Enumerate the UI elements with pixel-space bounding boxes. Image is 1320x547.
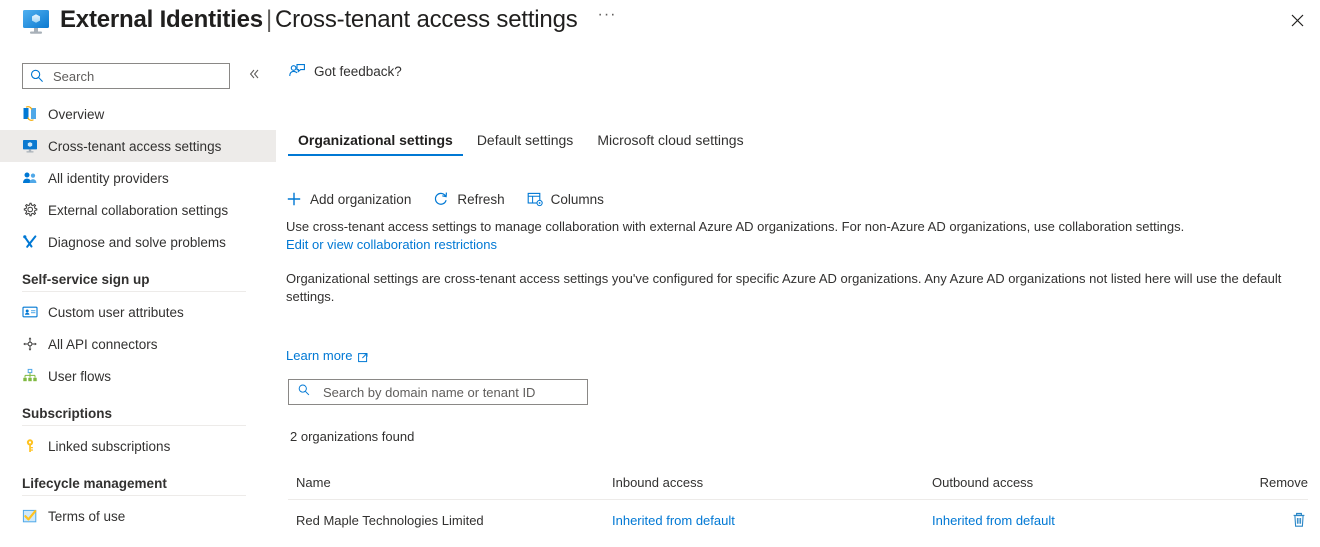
sidebar-item-custom-user-attributes[interactable]: Custom user attributes	[0, 296, 276, 328]
chevron-double-left-icon[interactable]	[243, 65, 265, 87]
got-feedback-label: Got feedback?	[314, 63, 402, 79]
sidebar: Overview Cross-tenant access settings	[0, 46, 276, 547]
sidebar-search-row	[0, 63, 276, 91]
description-block-2: Organizational settings are cross-tenant…	[286, 270, 1286, 306]
cell-inbound-access-link[interactable]: Inherited from default	[612, 513, 735, 528]
cell-outbound-access-link[interactable]: Inherited from default	[932, 513, 1055, 528]
sidebar-item-label: Custom user attributes	[48, 304, 184, 320]
sidebar-item-linked-subscriptions[interactable]: Linked subscriptions	[0, 430, 276, 462]
sidebar-item-label: All identity providers	[48, 170, 169, 186]
sidebar-item-label: User flows	[48, 368, 112, 384]
sidebar-item-user-flows[interactable]: User flows	[0, 360, 276, 392]
sidebar-item-all-api-connectors[interactable]: All API connectors	[0, 328, 276, 360]
sidebar-item-diagnose-and-solve-problems[interactable]: Diagnose and solve problems	[0, 226, 276, 258]
checkmark-box-icon	[22, 508, 38, 524]
organization-search-box[interactable]	[288, 379, 588, 405]
connectors-icon	[22, 336, 38, 352]
page-title-main: External Identities	[60, 6, 263, 33]
sidebar-group-title-self-service-sign-up: Self-service sign up	[22, 272, 150, 287]
learn-more-link[interactable]: Learn more	[286, 348, 352, 363]
sidebar-item-overview[interactable]: Overview	[0, 98, 276, 130]
organizations-table: Name Inbound access Outbound access Remo…	[288, 466, 1308, 540]
sidebar-item-label: Linked subscriptions	[48, 438, 171, 454]
description-block-1: Use cross-tenant access settings to mana…	[286, 218, 1286, 254]
sidebar-item-label: External collaboration settings	[48, 202, 229, 218]
close-button[interactable]	[1282, 6, 1312, 34]
description-text-1: Use cross-tenant access settings to mana…	[286, 219, 1185, 234]
edit-collaboration-restrictions-link[interactable]: Edit or view collaboration restrictions	[286, 237, 497, 252]
feedback-person-icon	[288, 62, 306, 80]
table-row[interactable]: Red Maple Technologies Limited Inherited…	[288, 500, 1308, 540]
columns-icon	[527, 191, 543, 207]
tab-microsoft-cloud-settings[interactable]: Microsoft cloud settings	[585, 132, 755, 156]
sidebar-group-divider	[22, 495, 246, 496]
page-title: External Identities | Cross-tenant access …	[60, 2, 578, 38]
sidebar-item-label: Terms of use	[48, 508, 126, 524]
command-label: Add organization	[310, 191, 412, 207]
more-options-button[interactable]: ···	[596, 7, 618, 30]
key-icon	[22, 438, 38, 454]
sidebar-group-title-lifecycle-management: Lifecycle management	[22, 476, 167, 491]
user-flows-icon	[22, 368, 38, 384]
sidebar-group-title-subscriptions: Subscriptions	[22, 406, 113, 421]
sidebar-item-cross-tenant-access-settings[interactable]: Cross-tenant access settings	[0, 130, 276, 162]
overview-icon	[22, 106, 38, 122]
table-header-row: Name Inbound access Outbound access Remo…	[288, 466, 1308, 500]
sidebar-search-input[interactable]	[51, 67, 211, 85]
command-label: Refresh	[457, 191, 505, 207]
tab-default-settings[interactable]: Default settings	[465, 132, 586, 156]
blade-header: External Identities | Cross-tenant access …	[0, 0, 1320, 46]
close-icon	[1291, 14, 1303, 26]
sidebar-nav-list: Overview Cross-tenant access settings Al…	[0, 98, 276, 532]
add-organization-button[interactable]: Add organization	[286, 191, 411, 207]
organizations-found-count: 2 organizations found	[290, 429, 415, 444]
command-bar: Add organization Refresh Columns	[286, 186, 626, 212]
monitor-shield-icon	[22, 8, 52, 36]
description-text-2: Organizational settings are cross-tenant…	[286, 271, 1282, 304]
user-card-icon	[22, 304, 38, 320]
sidebar-item-terms-of-use[interactable]: Terms of use	[0, 500, 276, 532]
trash-icon[interactable]	[1290, 511, 1308, 529]
page-title-sub: Cross-tenant access settings	[274, 6, 578, 33]
cell-organization-name: Red Maple Technologies Limited	[296, 512, 484, 528]
sidebar-item-label: All API connectors	[48, 336, 158, 352]
sidebar-group-divider	[22, 291, 246, 292]
refresh-button[interactable]: Refresh	[433, 191, 505, 207]
external-link-icon	[358, 350, 369, 363]
sidebar-item-label: Cross-tenant access settings	[48, 138, 222, 154]
search-icon	[297, 383, 311, 402]
learn-more-row: Learn more	[286, 348, 369, 363]
column-header-name[interactable]: Name	[288, 475, 612, 490]
tab-label: Default settings	[476, 132, 574, 148]
got-feedback-button[interactable]: Got feedback?	[288, 62, 402, 80]
organization-search-input[interactable]	[321, 383, 566, 401]
wrench-screwdriver-icon	[22, 234, 38, 250]
monitor-shield-icon	[22, 138, 38, 154]
plus-icon	[286, 191, 302, 207]
main-content: Got feedback? Organizational settings De…	[276, 46, 1320, 547]
tab-bar: Organizational settings Default settings…	[286, 122, 756, 156]
column-header-outbound-access[interactable]: Outbound access	[932, 475, 1254, 490]
sidebar-group-divider	[22, 425, 246, 426]
sidebar-item-external-collaboration-settings[interactable]: External collaboration settings	[0, 194, 276, 226]
tab-organizational-settings[interactable]: Organizational settings	[286, 132, 465, 156]
page-title-separator: |	[265, 6, 272, 33]
identity-providers-icon	[22, 170, 38, 186]
search-icon	[29, 68, 45, 84]
sidebar-item-label: Diagnose and solve problems	[48, 234, 226, 250]
columns-button[interactable]: Columns	[527, 191, 604, 207]
refresh-icon	[433, 191, 449, 207]
column-header-remove: Remove	[1259, 475, 1308, 490]
gear-icon	[22, 202, 38, 218]
sidebar-search-box[interactable]	[22, 63, 230, 89]
tab-label: Organizational settings	[298, 132, 453, 148]
sidebar-item-label: Overview	[48, 106, 105, 122]
tab-label: Microsoft cloud settings	[597, 132, 744, 148]
command-label: Columns	[550, 191, 604, 207]
azure-portal-blade: External Identities | Cross-tenant access …	[0, 0, 1320, 547]
sidebar-item-all-identity-providers[interactable]: All identity providers	[0, 162, 276, 194]
column-header-inbound-access[interactable]: Inbound access	[612, 475, 932, 490]
